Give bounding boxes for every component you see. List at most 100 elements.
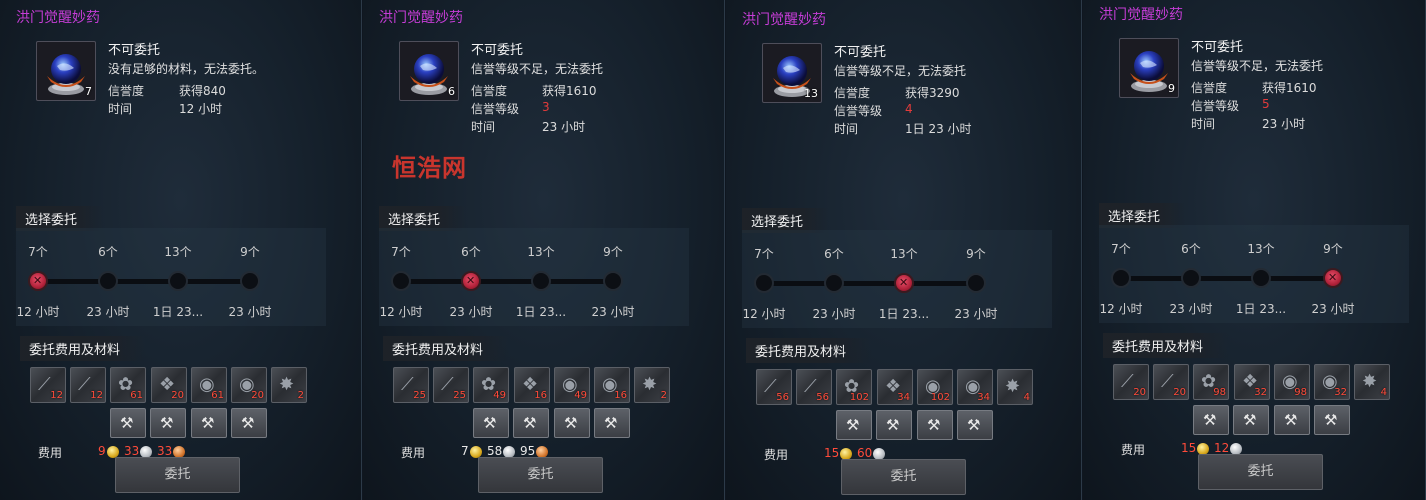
entrust-button[interactable]: 委托 xyxy=(115,457,240,493)
tool-slot[interactable]: ⚒ xyxy=(836,410,872,440)
entrust-button[interactable]: 委托 xyxy=(1198,454,1323,490)
option-node-4[interactable] xyxy=(603,271,623,291)
material-slot[interactable]: ◉ 102 xyxy=(917,369,953,405)
tool-slot[interactable]: ⚒ xyxy=(1193,405,1229,435)
entrust-button[interactable]: 委托 xyxy=(478,457,603,493)
tool-slot[interactable]: ⚒ xyxy=(150,408,186,438)
tool-slot[interactable]: ⚒ xyxy=(876,410,912,440)
fee-label: 费用 xyxy=(38,446,63,460)
tool-icon: ⚒ xyxy=(1284,411,1298,429)
option-node-2[interactable] xyxy=(461,271,481,291)
option-node-2[interactable] xyxy=(824,273,844,293)
option-node-3[interactable] xyxy=(531,271,551,291)
option-node-3[interactable] xyxy=(168,271,188,291)
material-slot[interactable]: ✸ 2 xyxy=(271,367,307,403)
material-slot[interactable]: ◉ 98 xyxy=(1274,364,1310,400)
tool-slot[interactable]: ⚒ xyxy=(110,408,146,438)
potion-icon[interactable]: 13 xyxy=(762,43,822,103)
potion-icon[interactable]: 7 xyxy=(36,41,96,101)
tool-slot[interactable]: ⚒ xyxy=(513,408,549,438)
tool-slot[interactable]: ⚒ xyxy=(1233,405,1269,435)
fee-label: 费用 xyxy=(764,448,789,462)
material-slot[interactable]: ◉ 49 xyxy=(554,367,590,403)
stat-label: 信誉等级 xyxy=(471,102,520,116)
material-slot[interactable]: ◉ 34 xyxy=(957,369,993,405)
material-slot[interactable]: ◉ 61 xyxy=(191,367,227,403)
potion-icon[interactable]: 9 xyxy=(1119,38,1179,98)
option-time: 23 小时 xyxy=(591,305,635,319)
material-slot[interactable]: ◉ 32 xyxy=(1314,364,1350,400)
item-count: 13 xyxy=(804,87,818,100)
material-icon: ✸ xyxy=(1005,376,1021,397)
option-node-1[interactable] xyxy=(754,273,774,293)
material-icon: ⟋ xyxy=(764,376,777,397)
option-node-1[interactable] xyxy=(1111,268,1131,288)
entrust-button[interactable]: 委托 xyxy=(841,459,966,495)
tool-icon: ⚒ xyxy=(523,414,537,432)
material-slot[interactable]: ✿ 102 xyxy=(836,369,872,405)
material-slot[interactable]: ✿ 98 xyxy=(1193,364,1229,400)
option-count: 7个 xyxy=(391,245,411,259)
material-slot[interactable]: ⟋ 56 xyxy=(756,369,792,405)
material-count: 12 xyxy=(50,390,63,401)
material-slot[interactable]: ⟋ 20 xyxy=(1113,364,1149,400)
item-count: 9 xyxy=(1168,82,1175,95)
material-slot[interactable]: ✸ 4 xyxy=(1354,364,1390,400)
tool-icon: ⚒ xyxy=(927,416,941,434)
tool-slot[interactable]: ⚒ xyxy=(917,410,953,440)
option-node-1[interactable] xyxy=(28,271,48,291)
tool-slot[interactable]: ⚒ xyxy=(473,408,509,438)
reason-text: 信誉等级不足，无法委托 xyxy=(834,64,967,78)
option-node-4[interactable] xyxy=(966,273,986,293)
material-slot[interactable]: ❖ 16 xyxy=(514,367,550,403)
tool-slot[interactable]: ⚒ xyxy=(1314,405,1350,435)
material-count: 34 xyxy=(977,392,990,403)
tool-icon: ⚒ xyxy=(564,414,578,432)
option-node-1[interactable] xyxy=(391,271,411,291)
option-node-2[interactable] xyxy=(98,271,118,291)
potion-icon[interactable]: 6 xyxy=(399,41,459,101)
panel-3: 洪门觉醒妙药 13 不可委托 信誉等级不足，无法委托 信誉度 获得3290 信誉等级 4 时间… xyxy=(726,0,1082,500)
material-slot[interactable]: ✸ 2 xyxy=(634,367,670,403)
material-slot[interactable]: ⟋ 56 xyxy=(796,369,832,405)
stat-label: 信誉等级 xyxy=(1191,99,1240,113)
tool-slot[interactable]: ⚒ xyxy=(231,408,267,438)
material-slot[interactable]: ✿ 61 xyxy=(110,367,146,403)
option-node-4[interactable] xyxy=(240,271,260,291)
material-slot[interactable]: ❖ 20 xyxy=(151,367,187,403)
option-node-3[interactable] xyxy=(1251,268,1271,288)
option-node-3[interactable] xyxy=(894,273,914,293)
material-slot[interactable]: ❖ 34 xyxy=(877,369,913,405)
option-node-2[interactable] xyxy=(1181,268,1201,288)
panel-title: 洪门觉醒妙药 xyxy=(1099,7,1183,23)
fee-value: 9 xyxy=(98,444,106,458)
option-track xyxy=(760,281,972,286)
material-slot[interactable]: ⟋ 25 xyxy=(433,367,469,403)
material-count: 20 xyxy=(1133,387,1146,398)
material-slot[interactable]: ✸ 4 xyxy=(997,369,1033,405)
panel-title: 洪门觉醒妙药 xyxy=(16,10,100,26)
option-node-4[interactable] xyxy=(1323,268,1343,288)
material-icon: ⟋ xyxy=(78,374,91,395)
material-slot[interactable]: ⟋ 25 xyxy=(393,367,429,403)
material-slot[interactable]: ⟋ 20 xyxy=(1153,364,1189,400)
status-text: 不可委托 xyxy=(108,43,161,58)
tool-slot[interactable]: ⚒ xyxy=(1274,405,1310,435)
material-slot[interactable]: ◉ 16 xyxy=(594,367,630,403)
tool-slot[interactable]: ⚒ xyxy=(191,408,227,438)
material-slot[interactable]: ❖ 32 xyxy=(1234,364,1270,400)
tool-slot[interactable]: ⚒ xyxy=(554,408,590,438)
tool-slot[interactable]: ⚒ xyxy=(957,410,993,440)
material-slot[interactable]: ⟋ 12 xyxy=(70,367,106,403)
material-icon: ⟋ xyxy=(1161,371,1174,392)
tool-icon: ⚒ xyxy=(241,414,255,432)
stat-label: 信誉度 xyxy=(471,84,508,98)
material-slot[interactable]: ⟋ 12 xyxy=(30,367,66,403)
tool-slot[interactable]: ⚒ xyxy=(594,408,630,438)
material-slot[interactable]: ◉ 20 xyxy=(231,367,267,403)
tool-icon: ⚒ xyxy=(1203,411,1217,429)
stat-value: 23 小时 xyxy=(1262,117,1306,131)
material-slot[interactable]: ✿ 49 xyxy=(473,367,509,403)
panel-title: 洪门觉醒妙药 xyxy=(379,10,463,26)
reason-text: 信誉等级不足，无法委托 xyxy=(1191,59,1324,73)
